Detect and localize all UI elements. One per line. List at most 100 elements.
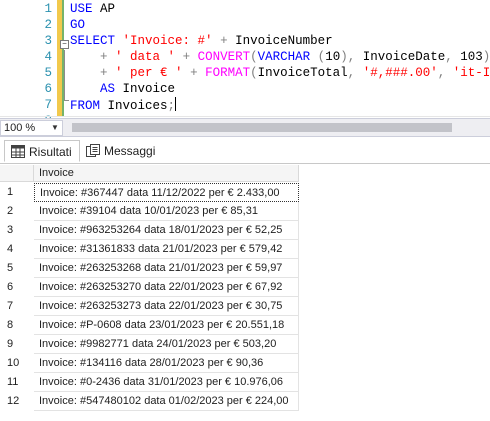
code-token: (: [250, 50, 258, 64]
table-cell[interactable]: Invoice: #963253264 data 18/01/2023 per …: [34, 221, 299, 240]
code-line[interactable]: GO: [70, 17, 85, 33]
code-token: +: [100, 50, 108, 64]
table-cell[interactable]: Invoice: #263253270 data 22/01/2023 per …: [34, 278, 299, 297]
grid-icon: [11, 145, 25, 158]
table-cell[interactable]: Invoice: #134116 data 28/01/2023 per € 9…: [34, 354, 299, 373]
table-cell[interactable]: Invoice: #P-0608 data 23/01/2023 per € 2…: [34, 316, 299, 335]
table-row[interactable]: 6 Invoice: #263253270 data 22/01/2023 per…: [0, 278, 300, 297]
table-cell[interactable]: Invoice: #263253273 data 22/01/2023 per …: [34, 297, 299, 316]
code-line[interactable]: USE AP: [70, 1, 115, 17]
row-number[interactable]: 8: [0, 316, 34, 335]
zoom-dropdown[interactable]: 100 % ▼: [0, 120, 63, 136]
row-number[interactable]: 5: [0, 259, 34, 278]
row-number[interactable]: 2: [0, 202, 34, 221]
code-token: InvoiceDate: [355, 50, 446, 64]
code-token: GO: [70, 18, 86, 32]
outline-line-end: [64, 100, 69, 101]
row-number[interactable]: 7: [0, 297, 34, 316]
code-token: Invoice: [115, 82, 176, 96]
outline-line: [64, 50, 65, 101]
line-number: 6: [44, 82, 52, 96]
code-token: SELECT: [70, 34, 116, 48]
code-token: VARCHAR: [257, 50, 311, 64]
code-token: ,: [445, 50, 453, 64]
table-row[interactable]: 2 Invoice: #39104 data 10/01/2023 per € 8…: [0, 202, 300, 221]
table-cell[interactable]: Invoice: #547480102 data 01/02/2023 per …: [34, 392, 299, 411]
code-line[interactable]: SELECT 'Invoice: #' + InvoiceNumber: [70, 33, 333, 49]
code-line[interactable]: FROM Invoices;: [70, 97, 177, 114]
horizontal-scrollbar-thumb[interactable]: [72, 123, 452, 132]
tab-results[interactable]: Risultati: [4, 140, 80, 162]
code-token: +: [100, 66, 108, 80]
table-row[interactable]: 7 Invoice: #263253273 data 22/01/2023 per…: [0, 297, 300, 316]
row-number[interactable]: 6: [0, 278, 34, 297]
code-token: +: [182, 50, 191, 64]
table-row[interactable]: 9 Invoice: #9982771 data 24/01/2023 per €…: [0, 335, 300, 354]
table-cell[interactable]: Invoice: #367447 data 11/12/2022 per € 2…: [34, 183, 299, 202]
grid-header: Invoice: [0, 165, 490, 182]
table-row[interactable]: 4 Invoice: #31361833 data 21/01/2023 per …: [0, 240, 300, 259]
row-number[interactable]: 1: [0, 183, 34, 202]
code-token: AS: [100, 82, 116, 96]
line-number: 7: [44, 98, 52, 112]
code-line[interactable]: + ' per € ' + FORMAT(InvoiceTotal, '#,##…: [70, 65, 490, 81]
column-header-invoice[interactable]: Invoice: [34, 165, 299, 182]
table-cell[interactable]: Invoice: #0-2436 data 31/01/2023 per € 1…: [34, 373, 299, 392]
row-number[interactable]: 11: [0, 373, 34, 392]
table-row[interactable]: 8 Invoice: #P-0608 data 23/01/2023 per € …: [0, 316, 300, 335]
code-line[interactable]: AS Invoice: [70, 81, 175, 97]
code-token: 103: [452, 50, 483, 64]
table-cell[interactable]: Invoice: #39104 data 10/01/2023 per € 85…: [34, 202, 299, 221]
row-number[interactable]: 12: [0, 392, 34, 411]
row-number-header[interactable]: [0, 165, 34, 182]
code-token: ' data ': [115, 50, 176, 64]
code-token: 'it-IT': [452, 66, 490, 80]
code-token: FORMAT: [205, 66, 251, 80]
table-row[interactable]: 3 Invoice: #963253264 data 18/01/2023 per…: [0, 221, 300, 240]
collapse-toggle-icon[interactable]: −: [60, 40, 69, 49]
table-cell[interactable]: Invoice: #31361833 data 21/01/2023 per €…: [34, 240, 299, 259]
results-grid[interactable]: Invoice 1 Invoice: #367447 data 11/12/202…: [0, 165, 490, 421]
zoom-bar: 100 % ▼: [0, 118, 490, 137]
code-token: USE: [70, 2, 93, 16]
code-token: CONVERT: [197, 50, 251, 64]
row-number[interactable]: 9: [0, 335, 34, 354]
zoom-value: 100 %: [4, 122, 36, 134]
table-row[interactable]: 5 Invoice: #263253268 data 21/01/2023 per…: [0, 259, 300, 278]
row-number[interactable]: 4: [0, 240, 34, 259]
code-token: ;: [167, 99, 176, 113]
row-number[interactable]: 3: [0, 221, 34, 240]
code-token: +: [220, 34, 228, 48]
code-token: ): [482, 50, 490, 64]
tab-messages[interactable]: Messaggi: [80, 140, 156, 162]
table-row[interactable]: 12 Invoice: #547480102 data 01/02/2023 pe…: [0, 392, 300, 411]
table-cell[interactable]: Invoice: #263253268 data 21/01/2023 per …: [34, 259, 299, 278]
query-editor[interactable]: 12345678 − USE APGOSELECT 'Invoice: #' +…: [0, 0, 490, 128]
code-token: +: [190, 66, 198, 80]
table-row[interactable]: 11 Invoice: #0-2436 data 31/01/2023 per €…: [0, 373, 300, 392]
table-row[interactable]: 10 Invoice: #134116 data 28/01/2023 per €…: [0, 354, 300, 373]
tab-messages-label: Messaggi: [104, 144, 156, 158]
line-number: 3: [44, 34, 52, 48]
code-token: FROM: [70, 99, 101, 113]
code-token: ' per € ': [115, 66, 183, 80]
row-number[interactable]: 10: [0, 354, 34, 373]
line-number: 5: [44, 66, 52, 80]
code-line[interactable]: + ' data ' + CONVERT(VARCHAR (10), Invoi…: [70, 49, 490, 65]
table-cell[interactable]: Invoice: #9982771 data 24/01/2023 per € …: [34, 335, 299, 354]
code-token: 'Invoice: #': [122, 34, 213, 48]
line-number: 2: [44, 18, 52, 32]
code-token: Invoices: [100, 99, 168, 113]
table-row[interactable]: 1 Invoice: #367447 data 11/12/2022 per € …: [0, 183, 300, 202]
